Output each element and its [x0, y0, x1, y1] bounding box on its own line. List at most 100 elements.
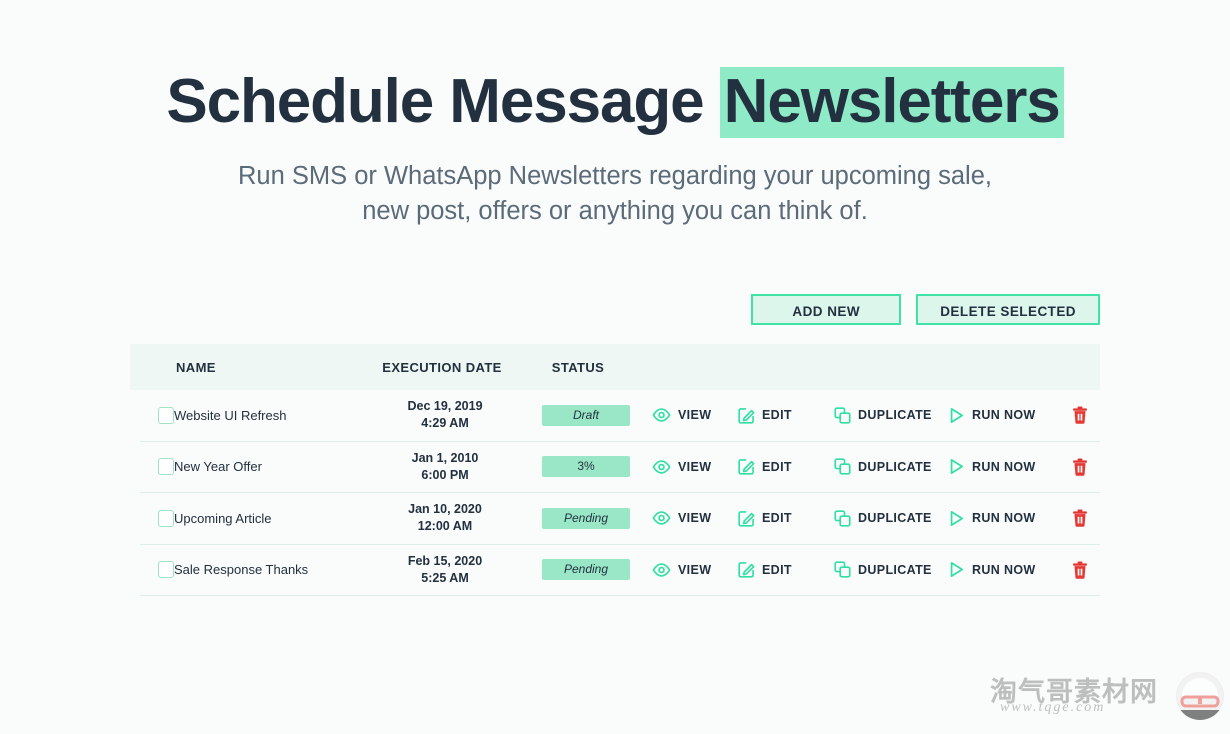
- delete-row-button[interactable]: [1060, 561, 1100, 579]
- table-toolbar: ADD NEW DELETE SELECTED: [0, 294, 1100, 325]
- trash-icon: [1072, 509, 1088, 528]
- duplicate-label: DUPLICATE: [858, 562, 932, 577]
- row-checkbox[interactable]: [158, 458, 174, 476]
- page-subtitle: Run SMS or WhatsApp Newsletters regardin…: [0, 159, 1230, 229]
- edit-button[interactable]: EDIT: [738, 407, 834, 424]
- row-time: 5:25 AM: [421, 570, 469, 585]
- edit-button[interactable]: EDIT: [738, 510, 834, 527]
- row-date: Dec 19, 2019: [407, 399, 483, 414]
- row-name: Sale Response Thanks: [174, 562, 309, 578]
- header-status: STATUS: [551, 359, 605, 375]
- duplicate-button[interactable]: DUPLICATE: [834, 561, 948, 578]
- view-label: VIEW: [678, 511, 712, 526]
- edit-label: EDIT: [762, 459, 792, 474]
- duplicate-icon: [834, 458, 851, 475]
- table-body: Website UI Refresh Dec 19, 2019 4:29 AM …: [130, 390, 1100, 596]
- eye-icon: [652, 459, 671, 474]
- table-row: Upcoming Article Jan 10, 2020 12:00 AM P…: [140, 493, 1100, 545]
- page-title: Schedule Message Newsletters: [0, 63, 1230, 141]
- row-date: Jan 1, 2010: [411, 450, 479, 465]
- row-actions: VIEW EDIT DUPLICATE RUN NOW: [652, 509, 1100, 528]
- status-badge: Draft: [542, 404, 630, 426]
- row-actions: VIEW EDIT DUPLICATE RUN NOW: [652, 406, 1100, 425]
- trash-icon: [1072, 406, 1088, 425]
- edit-button[interactable]: EDIT: [738, 561, 834, 578]
- edit-pencil-icon: [738, 407, 755, 424]
- status-badge: Pending: [542, 507, 630, 529]
- run-now-button[interactable]: RUN NOW: [948, 561, 1060, 578]
- run-now-button[interactable]: RUN NOW: [948, 407, 1060, 424]
- edit-pencil-icon: [738, 510, 755, 527]
- hero-section: Schedule Message Newsletters Run SMS or …: [0, 0, 1230, 229]
- play-icon: [948, 510, 965, 527]
- edit-label: EDIT: [762, 562, 792, 577]
- run-now-button[interactable]: RUN NOW: [948, 458, 1060, 475]
- page-subtitle-line1: Run SMS or WhatsApp Newsletters regardin…: [237, 162, 992, 190]
- page-title-plain: Schedule Message: [166, 67, 720, 136]
- newsletters-table: NAME EXECUTION DATE STATUS Website UI Re…: [130, 344, 1100, 596]
- table-row: New Year Offer Jan 1, 2010 6:00 PM 3% VI…: [140, 442, 1100, 493]
- view-button[interactable]: VIEW: [652, 563, 738, 577]
- row-checkbox[interactable]: [158, 509, 174, 527]
- status-badge: 3%: [542, 456, 630, 478]
- row-name: Upcoming Article: [174, 510, 272, 526]
- play-icon: [948, 561, 965, 578]
- delete-row-button[interactable]: [1060, 458, 1100, 476]
- row-status-cell: 3%: [520, 456, 652, 478]
- view-button[interactable]: VIEW: [652, 511, 738, 525]
- row-time: 12:00 AM: [417, 519, 473, 534]
- row-status-cell: Draft: [520, 404, 652, 426]
- table-row: Website UI Refresh Dec 19, 2019 4:29 AM …: [140, 390, 1100, 442]
- eye-icon: [652, 511, 671, 526]
- play-icon: [948, 407, 965, 424]
- eye-icon: [652, 408, 671, 423]
- delete-selected-button[interactable]: DELETE SELECTED: [916, 294, 1100, 325]
- row-name: New Year Offer: [174, 459, 262, 475]
- duplicate-icon: [834, 510, 851, 527]
- watermark: 淘气哥素材网 www.tqge.com: [978, 670, 1228, 728]
- row-time: 4:29 AM: [421, 416, 469, 431]
- edit-button[interactable]: EDIT: [738, 458, 834, 475]
- header-execution-date: EXECUTION DATE: [382, 359, 502, 375]
- view-label: VIEW: [678, 408, 712, 423]
- trash-icon: [1072, 458, 1088, 476]
- row-checkbox[interactable]: [158, 561, 174, 579]
- add-new-button[interactable]: ADD NEW: [751, 294, 902, 325]
- view-button[interactable]: VIEW: [652, 460, 738, 474]
- edit-label: EDIT: [762, 511, 792, 526]
- run-now-label: RUN NOW: [972, 408, 1036, 423]
- watermark-url: www.tqge.com: [1000, 700, 1106, 715]
- row-execution-date: Dec 19, 2019 4:29 AM: [370, 398, 520, 432]
- table-row: Sale Response Thanks Feb 15, 2020 5:25 A…: [140, 545, 1100, 596]
- row-actions: VIEW EDIT DUPLICATE RUN NOW: [652, 561, 1100, 579]
- edit-label: EDIT: [762, 408, 792, 423]
- duplicate-label: DUPLICATE: [858, 459, 932, 474]
- eye-icon: [652, 562, 671, 577]
- delete-row-button[interactable]: [1060, 406, 1100, 425]
- watermark-logo-icon: [1176, 672, 1224, 720]
- watermark-text: 淘气哥素材网: [990, 677, 1158, 708]
- duplicate-button[interactable]: DUPLICATE: [834, 407, 948, 424]
- duplicate-label: DUPLICATE: [858, 408, 932, 423]
- row-execution-date: Jan 1, 2010 6:00 PM: [370, 450, 520, 484]
- row-status-cell: Pending: [520, 507, 652, 529]
- header-name: NAME: [176, 359, 216, 375]
- view-label: VIEW: [678, 459, 712, 474]
- run-now-label: RUN NOW: [972, 511, 1036, 526]
- delete-row-button[interactable]: [1060, 509, 1100, 528]
- row-execution-date: Feb 15, 2020 5:25 AM: [370, 553, 520, 587]
- run-now-button[interactable]: RUN NOW: [948, 510, 1060, 527]
- row-checkbox[interactable]: [158, 406, 174, 424]
- row-actions: VIEW EDIT DUPLICATE RUN NOW: [652, 458, 1100, 476]
- table-header-row: NAME EXECUTION DATE STATUS: [130, 344, 1100, 390]
- run-now-label: RUN NOW: [972, 562, 1036, 577]
- row-time: 6:00 PM: [421, 467, 469, 482]
- status-badge: Pending: [542, 559, 630, 581]
- duplicate-button[interactable]: DUPLICATE: [834, 510, 948, 527]
- play-icon: [948, 458, 965, 475]
- edit-pencil-icon: [738, 458, 755, 475]
- page-title-highlight: Newsletters: [719, 67, 1064, 138]
- row-execution-date: Jan 10, 2020 12:00 AM: [370, 501, 520, 535]
- duplicate-button[interactable]: DUPLICATE: [834, 458, 948, 475]
- view-button[interactable]: VIEW: [652, 408, 738, 422]
